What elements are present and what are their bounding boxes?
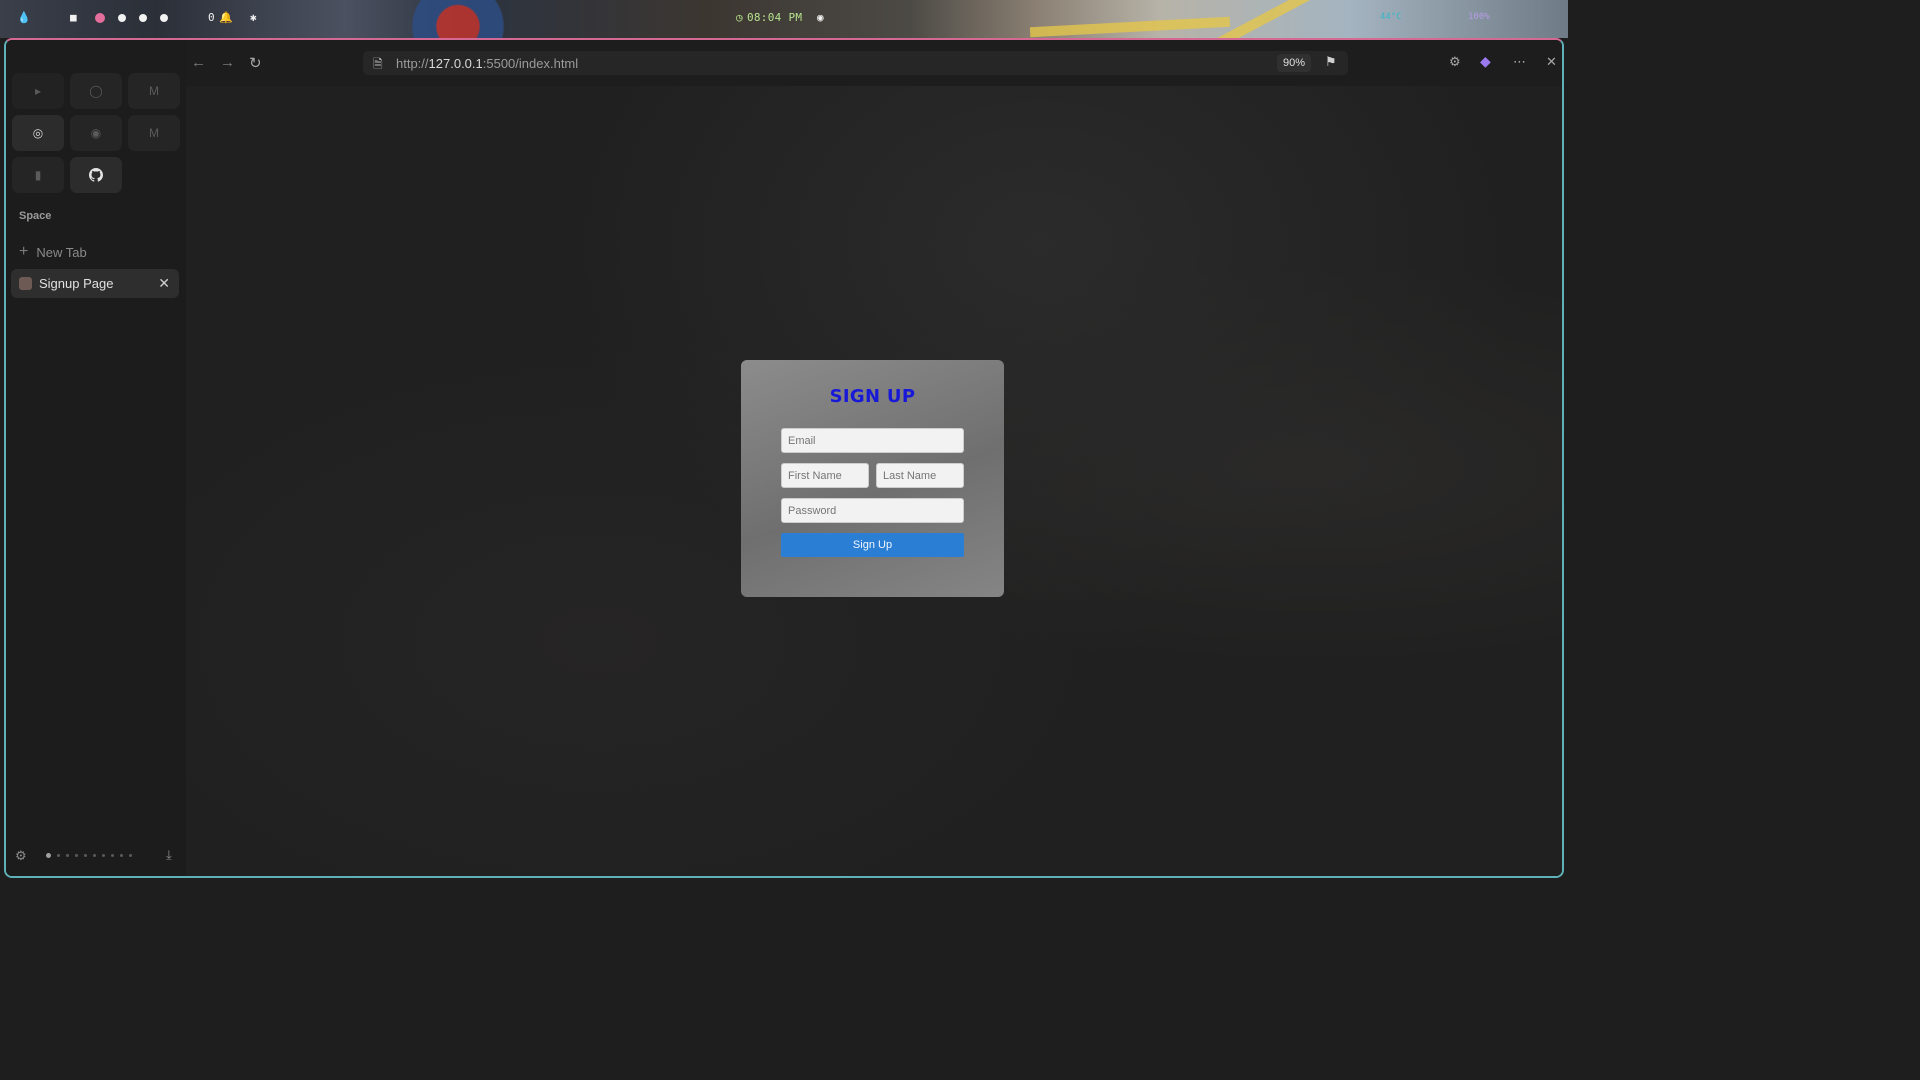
space-dot[interactable] [57, 854, 60, 857]
eye-off-icon[interactable]: ◉ [817, 11, 824, 24]
space-dot-active[interactable] [46, 853, 51, 858]
chatgpt-icon: ◎ [32, 126, 44, 140]
browser-window: ▸ ◯ M ◎ ◉ M ▮ Space + New Tab Signup Pag… [4, 38, 1564, 878]
wallpaper-poster [388, 0, 528, 38]
gear-icon[interactable]: ⚙ [15, 848, 27, 864]
close-window-icon[interactable]: ✕ [1546, 54, 1557, 70]
workspace-dot[interactable] [139, 14, 147, 22]
plus-icon: + [19, 243, 29, 260]
password-field[interactable] [781, 498, 964, 523]
sidebar: ▸ ◯ M ◎ ◉ M ▮ Space + New Tab Signup Pag… [6, 40, 186, 876]
space-dot[interactable] [111, 854, 114, 857]
ghost-icon[interactable]: ■ [70, 11, 77, 24]
pinned-chatgpt[interactable]: ◎ [12, 115, 64, 151]
workspace-indicator[interactable] [95, 12, 181, 24]
space-dot[interactable] [84, 854, 87, 857]
email-field[interactable] [781, 428, 964, 453]
browser-toolbar: ← → ↻ 🗎 http://127.0.0.1:5500/index.html… [186, 40, 1562, 86]
volume-readout[interactable]: 100% [1468, 12, 1490, 22]
url-path: :5500/index.html [482, 56, 579, 71]
bluetooth-icon[interactable]: ✱ [250, 11, 257, 24]
pinned-youtube[interactable]: ▸ [12, 73, 64, 109]
pinned-tabs-grid: ▸ ◯ M ◎ ◉ M ▮ [12, 73, 180, 193]
pinned-whatsapp[interactable]: ◯ [70, 73, 122, 109]
sidebar-footer: ⚙ ⤓ [6, 847, 186, 864]
space-dot[interactable] [129, 854, 132, 857]
wallpaper-tape [1029, 16, 1231, 38]
pinned-mail[interactable]: M [128, 115, 180, 151]
zoom-level[interactable]: 90% [1277, 54, 1312, 72]
sign-up-button[interactable]: Sign Up [781, 533, 964, 557]
pinned-reddit[interactable]: ◉ [70, 115, 122, 151]
github-icon [89, 168, 103, 182]
space-dot[interactable] [75, 854, 78, 857]
clock-time: 08:04 PM [746, 11, 803, 24]
tab-label: Signup Page [39, 276, 114, 291]
form-title: SIGN UP [829, 386, 916, 407]
gem-extension-icon[interactable]: ◆ [1480, 53, 1491, 70]
mail-icon: M [149, 126, 159, 140]
workspace-dot[interactable] [160, 14, 168, 22]
sidebar-tab-signup-page[interactable]: Signup Page ✕ [11, 269, 179, 298]
extensions-icon[interactable]: ⚙ [1449, 54, 1461, 70]
gmail-icon: M [149, 84, 159, 98]
space-switcher[interactable] [46, 853, 132, 858]
whatsapp-icon: ◯ [89, 84, 103, 98]
workspace-dot[interactable] [118, 14, 126, 22]
space-dot[interactable] [93, 854, 96, 857]
pinned-github[interactable] [70, 157, 122, 193]
notification-count[interactable]: 0 [208, 11, 215, 24]
workspace-active[interactable] [95, 13, 105, 23]
last-name-field[interactable] [876, 463, 964, 488]
back-arrow-icon[interactable]: ← [191, 54, 206, 71]
signup-form: SIGN UP Sign Up [741, 360, 1004, 597]
download-icon[interactable]: ⤓ [166, 847, 172, 863]
reddit-icon: ◉ [90, 126, 102, 140]
more-menu-icon[interactable]: ⋯ [1513, 54, 1526, 70]
url-scheme: http:// [396, 56, 429, 71]
close-tab-icon[interactable]: ✕ [158, 275, 170, 292]
clock[interactable]: ◷ 08:04 PM [736, 11, 802, 24]
pinned-extension[interactable]: ▮ [12, 157, 64, 193]
extension-icon: ▮ [34, 168, 42, 182]
url-text[interactable]: http://127.0.0.1:5500/index.html [396, 56, 578, 71]
first-name-field[interactable] [781, 463, 869, 488]
space-label: Space [19, 210, 52, 222]
new-tab-label: New Tab [36, 244, 87, 260]
pinned-gmail[interactable]: M [128, 73, 180, 109]
page-content: SIGN UP Sign Up [186, 86, 1562, 876]
favicon-icon [19, 277, 32, 290]
new-tab-button[interactable]: + New Tab [19, 243, 87, 261]
reload-icon[interactable]: ↻ [249, 54, 262, 72]
clock-icon: ◷ [736, 11, 743, 24]
drop-icon[interactable]: 💧 [17, 11, 31, 24]
desktop-top-bar: 💧 ■ 0 🔔 ✱ ◷ 08:04 PM ◉ 44°C 100% [0, 0, 1568, 48]
youtube-icon: ▸ [34, 84, 42, 98]
bell-icon[interactable]: 🔔 [219, 11, 233, 24]
space-dot[interactable] [66, 854, 69, 857]
url-bar[interactable]: 🗎 http://127.0.0.1:5500/index.html 90% ⚑ [363, 51, 1348, 75]
space-dot[interactable] [102, 854, 105, 857]
temperature-readout: 44°C [1380, 12, 1402, 22]
forward-arrow-icon[interactable]: → [220, 54, 235, 71]
url-host: 127.0.0.1 [428, 56, 483, 71]
page-icon: 🗎 [373, 57, 383, 71]
space-dot[interactable] [120, 854, 123, 857]
bookmark-icon[interactable]: ⚑ [1325, 54, 1337, 70]
